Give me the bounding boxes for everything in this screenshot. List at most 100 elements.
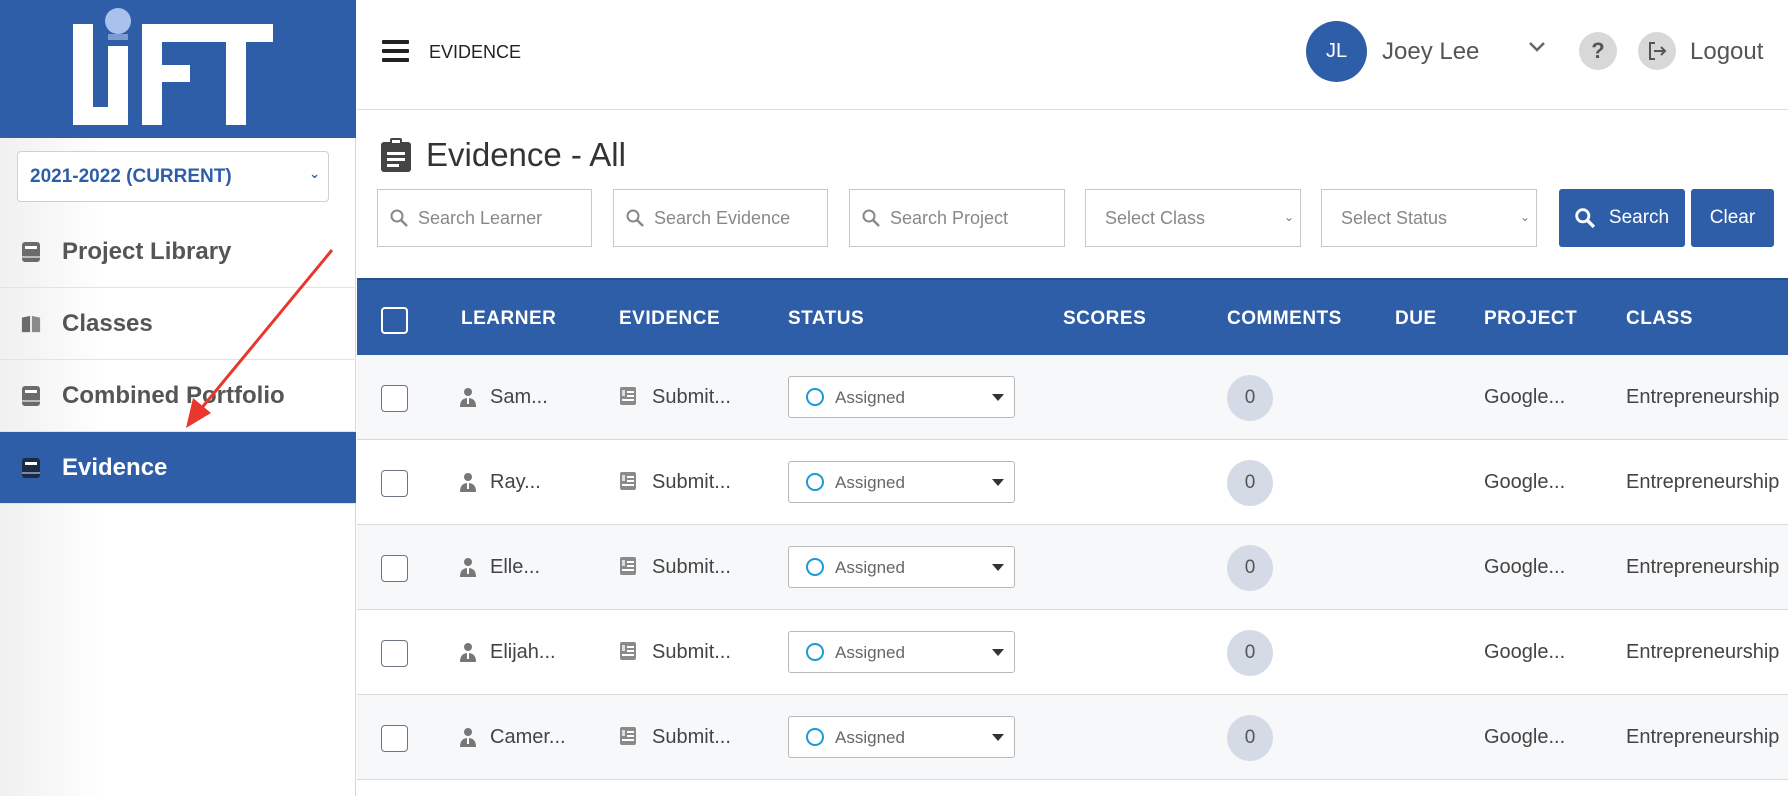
row-checkbox[interactable]: [381, 725, 408, 752]
evidence-icon: [22, 458, 40, 478]
learner-name[interactable]: Elle...: [490, 556, 540, 579]
column-header-status[interactable]: STATUS: [788, 308, 864, 330]
sidebar-item-label: Project Library: [62, 237, 232, 265]
logout-link[interactable]: Logout: [1690, 38, 1763, 66]
search-project-input[interactable]: Search Project: [849, 189, 1065, 247]
column-header-comments[interactable]: COMMENTS: [1227, 308, 1342, 330]
comments-count-badge[interactable]: 0: [1227, 375, 1273, 421]
chevron-down-icon: ⌄: [1283, 210, 1294, 224]
comments-count-badge[interactable]: 0: [1227, 460, 1273, 506]
column-header-scores[interactable]: SCORES: [1063, 308, 1146, 330]
logo[interactable]: [0, 0, 356, 138]
logout-icon[interactable]: [1638, 32, 1676, 70]
select-all-checkbox[interactable]: [381, 307, 408, 334]
evidence-title[interactable]: Submit...: [652, 726, 731, 749]
comments-count-badge[interactable]: 0: [1227, 545, 1273, 591]
sidebar-item-label: Classes: [62, 309, 153, 337]
sidebar-item-project-library[interactable]: Project Library: [0, 216, 356, 288]
row-checkbox[interactable]: [381, 385, 408, 412]
breadcrumb: EVIDENCE: [429, 42, 522, 62]
clear-button-label: Clear: [1709, 207, 1756, 228]
project-name[interactable]: Google...: [1484, 556, 1565, 579]
document-icon: [620, 727, 636, 745]
evidence-title[interactable]: Submit...: [652, 556, 731, 579]
caret-down-icon: [992, 564, 1004, 571]
school-year-value: 2021-2022 (CURRENT): [30, 165, 232, 187]
column-header-project[interactable]: PROJECT: [1484, 308, 1577, 330]
book-icon: [22, 242, 40, 262]
chevron-down-icon[interactable]: [1527, 40, 1547, 54]
evidence-table: LEARNER EVIDENCE STATUS SCORES COMMENTS …: [357, 278, 1788, 780]
search-learner-input[interactable]: Search Learner: [377, 189, 592, 247]
row-checkbox[interactable]: [381, 640, 408, 667]
sidebar-item-evidence[interactable]: Evidence: [0, 432, 356, 504]
column-header-class[interactable]: CLASS: [1626, 308, 1693, 330]
person-icon: [460, 728, 476, 747]
project-name[interactable]: Google...: [1484, 386, 1565, 409]
lift-logo-icon: [73, 8, 273, 125]
project-name[interactable]: Google...: [1484, 471, 1565, 494]
status-dropdown[interactable]: Assigned: [788, 461, 1015, 503]
select-status-dropdown[interactable]: Select Status ⌄: [1321, 189, 1537, 247]
status-circle-icon: [806, 558, 824, 576]
project-name[interactable]: Google...: [1484, 641, 1565, 664]
class-name[interactable]: Entrepreneurship: [1626, 726, 1779, 749]
user-name[interactable]: Joey Lee: [1382, 38, 1479, 66]
table-row: Ray... Submit... Assigned 0 Google... En…: [357, 440, 1788, 525]
column-header-due[interactable]: DUE: [1395, 308, 1437, 330]
sidebar-item-label: Evidence: [62, 453, 168, 481]
page-heading: Evidence - All: [380, 136, 626, 174]
clear-button[interactable]: Clear: [1691, 189, 1774, 247]
row-checkbox[interactable]: [381, 470, 408, 497]
select-class-dropdown[interactable]: Select Class ⌄: [1085, 189, 1301, 247]
evidence-title[interactable]: Submit...: [652, 641, 731, 664]
evidence-title[interactable]: Submit...: [652, 386, 731, 409]
table-body: Sam... Submit... Assigned 0 Google... En…: [357, 355, 1788, 780]
caret-down-icon: [992, 734, 1004, 741]
person-icon: [460, 643, 476, 662]
column-header-learner[interactable]: LEARNER: [461, 308, 556, 330]
clipboard-icon: [381, 138, 411, 172]
status-value: Assigned: [835, 473, 905, 492]
caret-down-icon: [992, 394, 1004, 401]
sidebar: 2021-2022 (CURRENT) ⌄ Project Library Cl…: [0, 0, 356, 796]
status-dropdown[interactable]: Assigned: [788, 716, 1015, 758]
learner-name[interactable]: Elijah...: [490, 641, 556, 664]
table-row: Elle... Submit... Assigned 0 Google... E…: [357, 525, 1788, 610]
sidebar-item-classes[interactable]: Classes: [0, 288, 356, 360]
learner-name[interactable]: Ray...: [490, 471, 541, 494]
caret-down-icon: [992, 649, 1004, 656]
evidence-title[interactable]: Submit...: [652, 471, 731, 494]
search-evidence-input[interactable]: Search Evidence: [613, 189, 828, 247]
search-button[interactable]: Search: [1559, 189, 1685, 247]
learner-name[interactable]: Sam...: [490, 386, 548, 409]
project-name[interactable]: Google...: [1484, 726, 1565, 749]
search-icon: [1575, 208, 1595, 228]
class-name[interactable]: Entrepreneurship: [1626, 471, 1779, 494]
school-year-select[interactable]: 2021-2022 (CURRENT) ⌄: [17, 151, 329, 202]
status-value: Assigned: [835, 558, 905, 577]
class-name[interactable]: Entrepreneurship: [1626, 556, 1779, 579]
row-checkbox[interactable]: [381, 555, 408, 582]
status-dropdown[interactable]: Assigned: [788, 546, 1015, 588]
page-title: Evidence - All: [426, 136, 626, 173]
sidebar-item-combined-portfolio[interactable]: Combined Portfolio: [0, 360, 356, 432]
document-icon: [620, 642, 636, 660]
person-icon: [460, 558, 476, 577]
search-evidence-placeholder: Search Evidence: [654, 207, 791, 228]
column-header-evidence[interactable]: EVIDENCE: [619, 308, 720, 330]
avatar[interactable]: JL: [1306, 21, 1367, 82]
status-dropdown[interactable]: Assigned: [788, 631, 1015, 673]
hamburger-menu-icon[interactable]: [382, 40, 409, 62]
class-name[interactable]: Entrepreneurship: [1626, 386, 1779, 409]
chevron-down-icon: ⌄: [1519, 210, 1530, 224]
select-class-placeholder: Select Class: [1105, 207, 1206, 228]
help-button[interactable]: ?: [1579, 32, 1617, 70]
search-icon: [390, 209, 408, 227]
comments-count-badge[interactable]: 0: [1227, 630, 1273, 676]
learner-name[interactable]: Camer...: [490, 726, 566, 749]
status-dropdown[interactable]: Assigned: [788, 376, 1015, 418]
class-name[interactable]: Entrepreneurship: [1626, 641, 1779, 664]
person-icon: [460, 473, 476, 492]
comments-count-badge[interactable]: 0: [1227, 715, 1273, 761]
